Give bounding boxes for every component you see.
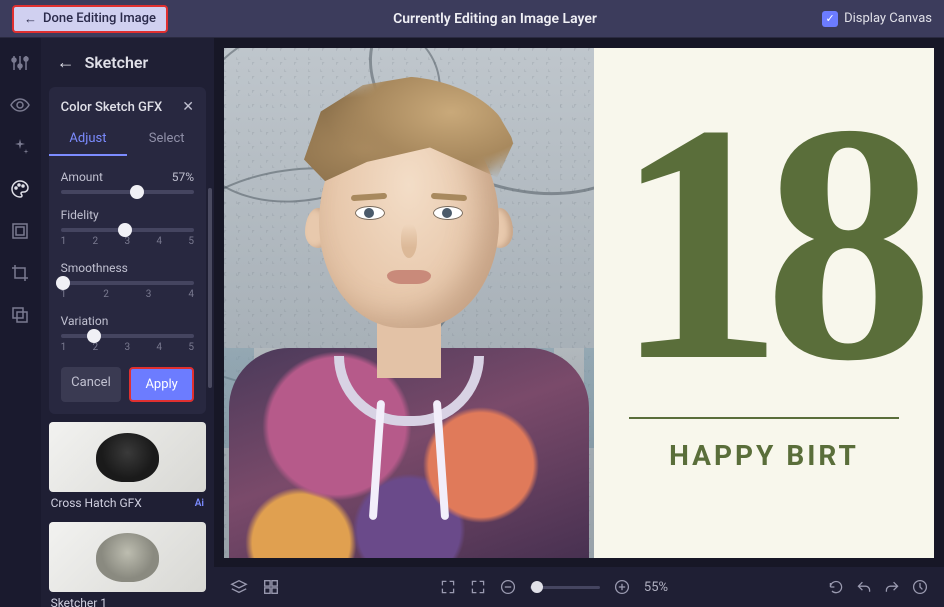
tab-adjust[interactable]: Adjust	[49, 123, 128, 156]
back-arrow-icon: ←	[24, 11, 37, 27]
slider-smoothness: Smoothness 1 2 3 4	[61, 261, 194, 300]
cancel-button[interactable]: Cancel	[61, 367, 122, 402]
bottom-bar: 55%	[214, 567, 944, 607]
slider-value: 57%	[172, 170, 194, 184]
thumb-label: Cross Hatch GFX	[51, 496, 142, 510]
zoom-out-icon[interactable]	[500, 579, 516, 595]
scrollbar[interactable]	[208, 188, 212, 388]
zoom-slider[interactable]	[530, 586, 600, 589]
overlap-icon[interactable]	[9, 304, 31, 326]
slider-thumb[interactable]	[87, 329, 101, 343]
card-rule	[629, 417, 899, 419]
history-icon[interactable]	[912, 579, 928, 595]
slider-amount: Amount 57%	[61, 170, 194, 194]
header: ← Done Editing Image Currently Editing a…	[0, 0, 944, 38]
slider-label: Fidelity	[61, 208, 99, 222]
apply-button[interactable]: Apply	[129, 367, 194, 402]
canvas-viewport[interactable]: 18 HAPPY BIRT	[214, 38, 944, 567]
fit-icon[interactable]	[440, 579, 456, 595]
slider-track[interactable]	[61, 190, 194, 194]
slider-fidelity: Fidelity 1 2 3 4 5	[61, 208, 194, 247]
close-icon[interactable]: ✕	[182, 99, 194, 115]
slider-label: Amount	[61, 170, 103, 184]
redo-icon[interactable]	[884, 579, 900, 595]
ai-badge: Ai	[195, 498, 204, 509]
effect-panel: Color Sketch GFX ✕ Adjust Select Amount …	[49, 87, 206, 414]
slider-variation: Variation 1 2 3 4 5	[61, 314, 194, 353]
checkbox-icon: ✓	[822, 11, 838, 27]
birthday-card: 18 HAPPY BIRT	[594, 48, 934, 558]
slider-thumb[interactable]	[118, 223, 132, 237]
adjust-icon[interactable]	[9, 52, 31, 74]
done-editing-label: Done Editing Image	[43, 11, 156, 26]
reset-icon[interactable]	[828, 579, 844, 595]
sidebar-title: Sketcher	[85, 53, 149, 72]
display-canvas-toggle[interactable]: ✓ Display Canvas	[822, 11, 932, 27]
slider-thumb[interactable]	[56, 276, 70, 290]
effect-thumb[interactable]: Cross Hatch GFX Ai	[49, 422, 206, 514]
card-number: 18	[614, 98, 914, 387]
thumb-image	[49, 422, 206, 492]
thumb-label: Sketcher 1	[51, 596, 107, 607]
tab-select[interactable]: Select	[127, 123, 206, 156]
sparkle-icon[interactable]	[9, 136, 31, 158]
undo-icon[interactable]	[856, 579, 872, 595]
sidebar: ← Sketcher Color Sketch GFX ✕ Adjust Sel…	[41, 38, 214, 607]
panel-tabs: Adjust Select	[49, 123, 206, 156]
slider-ticks: 1 2 3 4 5	[61, 342, 194, 353]
slider-track[interactable]	[61, 334, 194, 338]
slider-label: Smoothness	[61, 261, 128, 275]
canvas-area: 18 HAPPY BIRT 55%	[214, 38, 944, 607]
header-title: Currently Editing an Image Layer	[168, 11, 822, 27]
frame-icon[interactable]	[9, 220, 31, 242]
tool-rail	[0, 38, 41, 607]
card-text: HAPPY BIRT	[669, 439, 859, 472]
zoom-in-icon[interactable]	[614, 579, 630, 595]
crop-icon[interactable]	[9, 262, 31, 284]
display-canvas-label: Display Canvas	[844, 11, 932, 26]
thumb-image	[49, 522, 206, 592]
slider-label: Variation	[61, 314, 109, 328]
expand-icon[interactable]	[470, 579, 486, 595]
effect-thumb[interactable]: Sketcher 1	[49, 522, 206, 607]
grid-icon[interactable]	[262, 578, 280, 596]
sidebar-header: ← Sketcher	[41, 38, 214, 87]
canvas-content: 18 HAPPY BIRT	[224, 48, 934, 558]
effect-thumbnails: Cross Hatch GFX Ai Sketcher 1	[41, 422, 214, 607]
eye-icon[interactable]	[9, 94, 31, 116]
slider-track[interactable]	[61, 228, 194, 232]
zoom-thumb[interactable]	[531, 581, 543, 593]
done-editing-button[interactable]: ← Done Editing Image	[12, 5, 168, 33]
slider-thumb[interactable]	[130, 185, 144, 199]
slider-ticks: 1 2 3 4 5	[61, 236, 194, 247]
layers-icon[interactable]	[230, 578, 248, 596]
edited-image	[224, 48, 594, 558]
slider-track[interactable]	[61, 281, 194, 285]
palette-icon[interactable]	[9, 178, 31, 200]
panel-title: Color Sketch GFX	[61, 100, 163, 115]
back-arrow-icon[interactable]: ←	[57, 52, 75, 73]
slider-ticks: 1 2 3 4	[61, 289, 194, 300]
zoom-value: 55%	[644, 580, 668, 595]
